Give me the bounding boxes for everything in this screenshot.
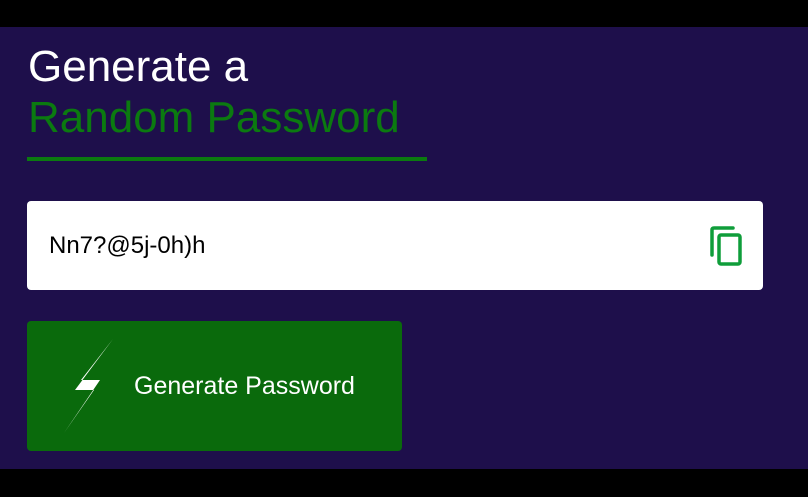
title-line-1: Generate a [28,42,249,91]
copy-icon[interactable] [709,226,743,266]
title-underline [27,157,427,161]
password-output[interactable]: Nn7?@5j-0h)h [49,232,205,260]
page-title: Generate a Random Password [28,41,400,143]
generate-password-button[interactable]: Generate Password [27,321,402,451]
password-field: Nn7?@5j-0h)h [27,201,763,290]
generate-password-label: Generate Password [134,372,355,400]
title-line-2: Random Password [28,93,400,142]
password-generator-panel: Generate a Random Password Nn7?@5j-0h)h … [0,27,808,469]
lightning-bolt-icon [61,339,115,433]
